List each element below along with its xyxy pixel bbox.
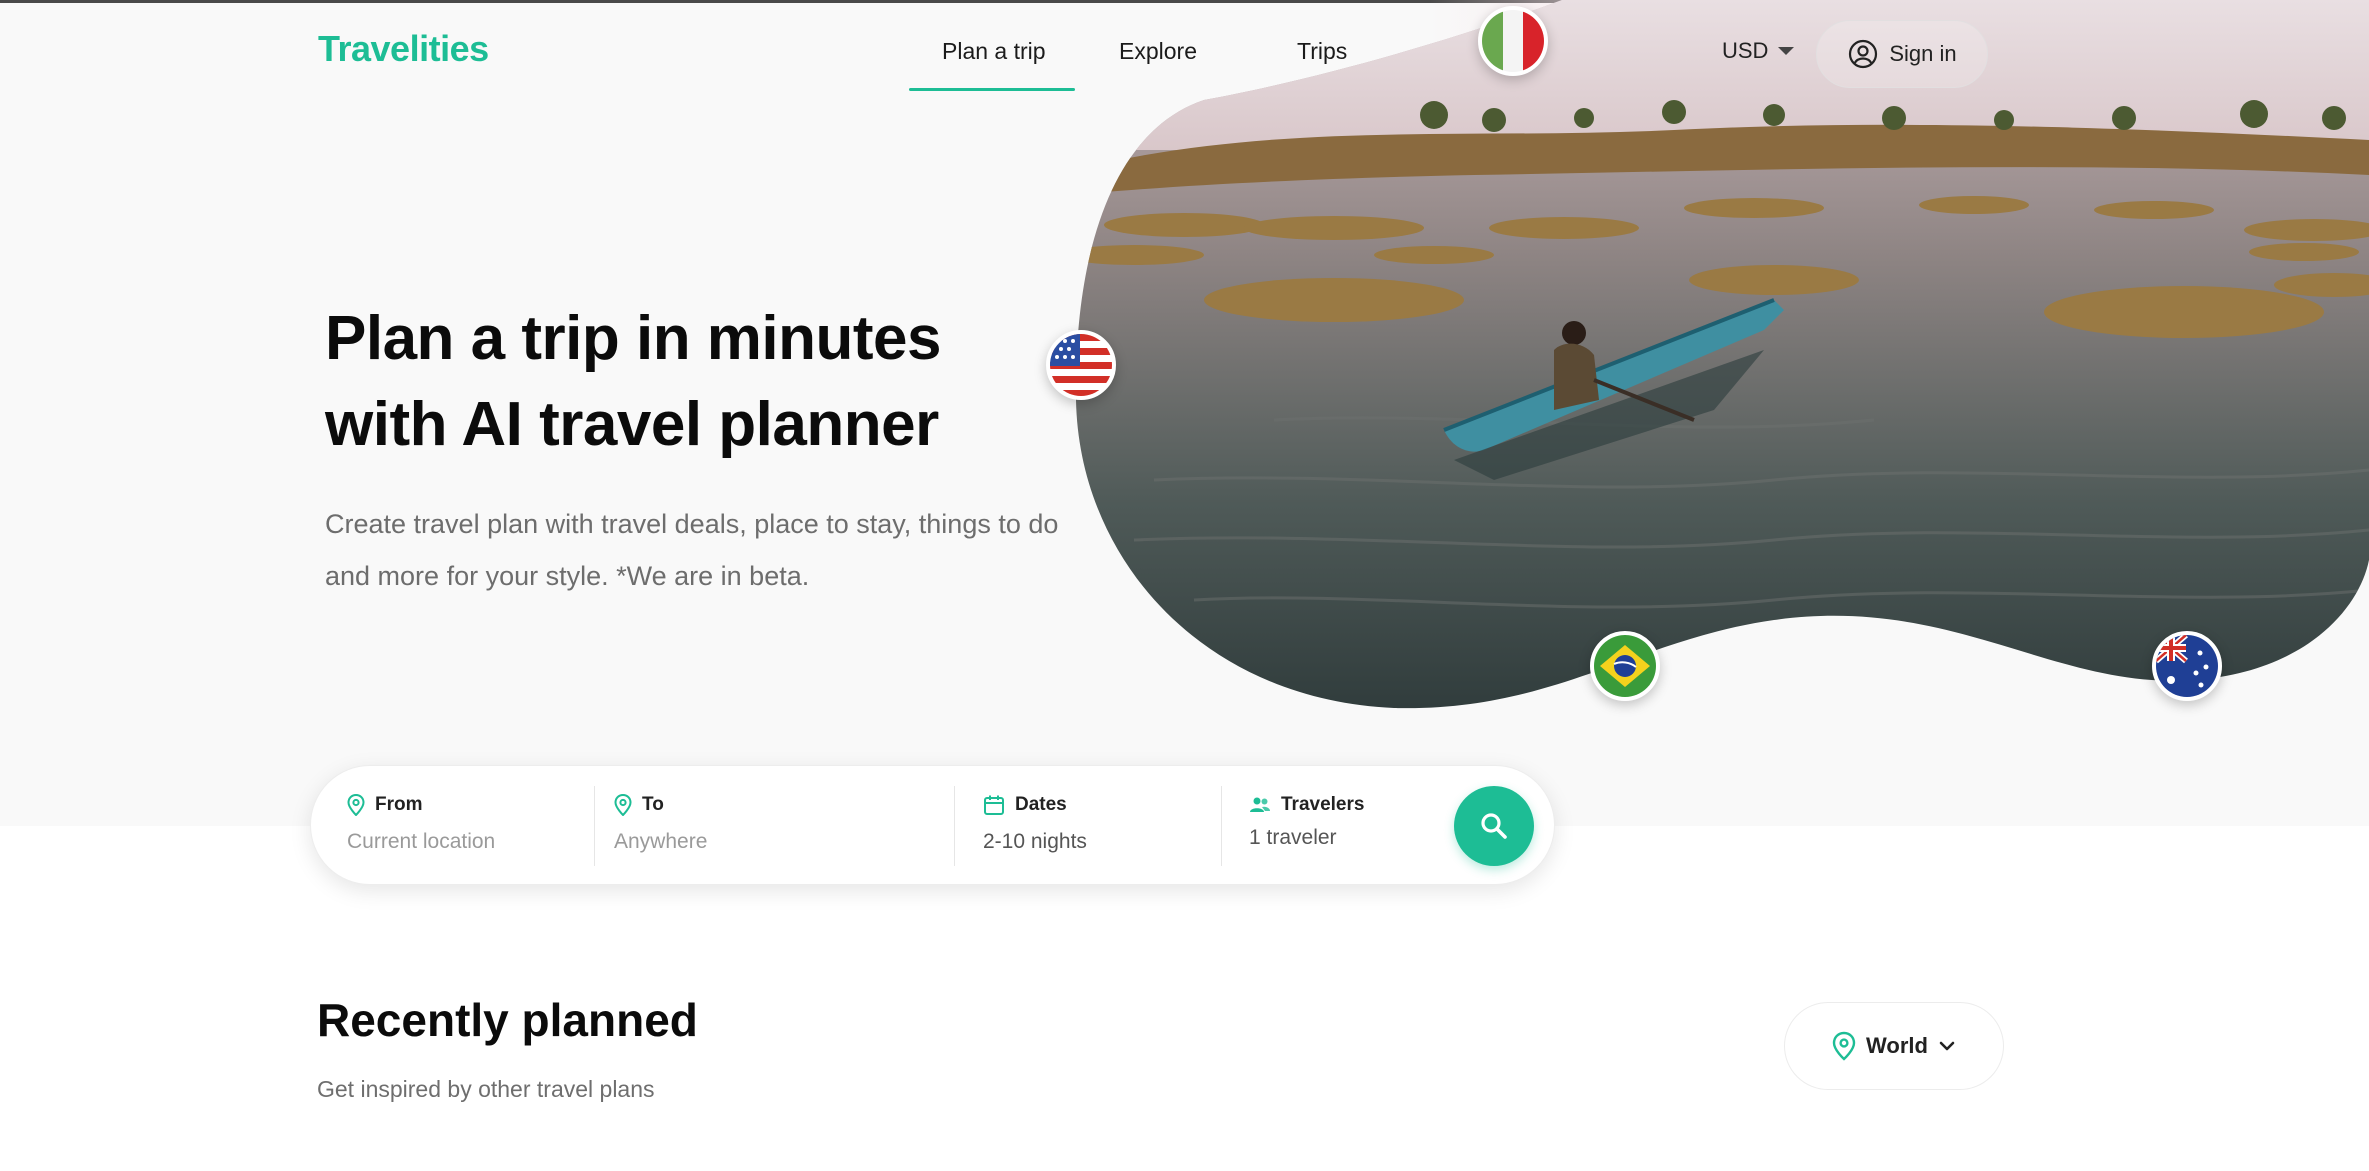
- australia-flag-icon: [2152, 631, 2222, 701]
- hero-image: [1075, 0, 2369, 709]
- active-tab-indicator: [909, 88, 1075, 91]
- from-field[interactable]: From Current location: [347, 766, 607, 886]
- to-input[interactable]: Anywhere: [614, 830, 707, 854]
- hero-title-line2: with AI travel planner: [325, 390, 939, 459]
- currency-selector[interactable]: USD: [1722, 38, 1795, 64]
- search-icon: [1481, 813, 1507, 839]
- hero-title: Plan a trip in minutes with AI travel pl…: [325, 296, 1085, 468]
- travelers-label-row: Travelers: [1249, 794, 1364, 816]
- recently-planned-title: Recently planned: [317, 994, 698, 1046]
- dates-label: Dates: [1015, 794, 1067, 815]
- people-icon: [1250, 797, 1270, 812]
- sign-in-button[interactable]: Sign in: [1816, 20, 1988, 88]
- trip-search-bar: From Current location To Anywhere Dates …: [310, 765, 1555, 885]
- location-pin-icon: [347, 794, 365, 816]
- to-label: To: [642, 794, 664, 815]
- from-label-row: From: [347, 794, 423, 816]
- search-divider: [1221, 786, 1222, 866]
- brazil-flag-icon: [1590, 631, 1660, 701]
- location-pin-icon: [614, 794, 632, 816]
- chevron-down-icon: [1939, 1041, 1955, 1051]
- dates-value[interactable]: 2-10 nights: [983, 830, 1087, 854]
- region-filter-dropdown[interactable]: World: [1784, 1002, 2004, 1090]
- location-pin-icon: [1832, 1031, 1856, 1061]
- travelers-field[interactable]: Travelers 1 traveler: [1249, 766, 1449, 886]
- recently-planned-subtitle: Get inspired by other travel plans: [317, 1076, 655, 1102]
- from-label: From: [375, 794, 423, 815]
- search-divider: [594, 786, 595, 866]
- travelers-value[interactable]: 1 traveler: [1249, 826, 1337, 850]
- dates-field[interactable]: Dates 2-10 nights: [983, 766, 1223, 886]
- to-field[interactable]: To Anywhere: [614, 766, 954, 886]
- travelers-label: Travelers: [1281, 794, 1365, 815]
- brand-logo[interactable]: Travelities: [318, 28, 489, 70]
- calendar-icon: [984, 795, 1004, 815]
- search-divider: [954, 786, 955, 866]
- nav-explore[interactable]: Explore: [1119, 38, 1197, 65]
- user-circle-icon: [1849, 39, 1878, 69]
- sign-in-label: Sign in: [1889, 41, 1957, 66]
- currency-label: USD: [1722, 38, 1769, 63]
- caret-down-icon: [1778, 47, 1795, 55]
- italy-flag-icon: [1478, 6, 1548, 76]
- hero-title-line1: Plan a trip in minutes: [325, 304, 942, 373]
- nav-trips[interactable]: Trips: [1297, 38, 1347, 65]
- region-filter-label: World: [1866, 1033, 1928, 1058]
- dates-label-row: Dates: [983, 794, 1067, 816]
- hero-subtitle: Create travel plan with travel deals, pl…: [325, 509, 1059, 591]
- to-label-row: To: [614, 794, 664, 816]
- from-input[interactable]: Current location: [347, 830, 495, 854]
- search-button[interactable]: [1454, 786, 1534, 866]
- nav-plan-a-trip[interactable]: Plan a trip: [942, 38, 1046, 65]
